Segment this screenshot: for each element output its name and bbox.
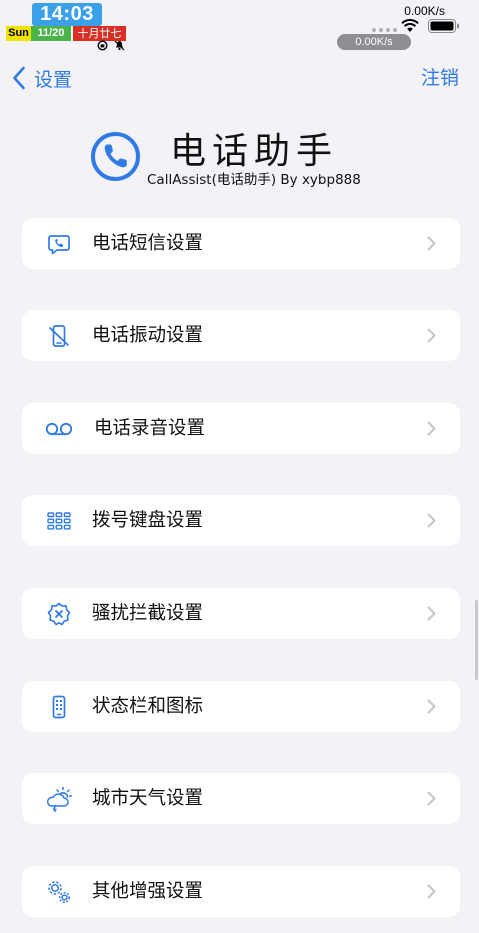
phone-logo-icon [91, 132, 140, 181]
menu-item-statusbar-icons[interactable]: 状态栏和图标 [22, 681, 460, 732]
chevron-right-icon [427, 513, 436, 528]
logout-button[interactable]: 注销 [421, 64, 459, 92]
menu-item-label: 拨号键盘设置 [92, 510, 204, 531]
dialpad-icon [47, 512, 71, 530]
back-button-label: 设置 [34, 68, 73, 91]
scroll-indicator[interactable] [475, 600, 478, 680]
menu-item-label: 状态栏和图标 [92, 696, 204, 717]
menu-item-sms-settings[interactable]: 电话短信设置 [22, 218, 460, 269]
menu-item-label: 骚扰拦截设置 [92, 603, 204, 624]
block-badge-icon [47, 602, 71, 626]
back-button[interactable]: 设置 [12, 64, 72, 92]
status-time: 14:03 [32, 3, 102, 26]
bell-mute-icon [114, 40, 125, 51]
menu-item-other-settings[interactable]: 其他增强设置 [22, 866, 460, 917]
phone-message-icon [48, 235, 70, 255]
chevron-right-icon [427, 236, 436, 251]
weather-storm-icon [46, 786, 73, 812]
menu-item-label: 电话短信设置 [92, 233, 204, 254]
status-day: Sun [6, 26, 31, 41]
status-lunar-date: 十月廿七 [73, 26, 126, 41]
chevron-right-icon [427, 884, 436, 899]
menu-item-label: 其他增强设置 [92, 881, 204, 902]
chevron-left-icon [13, 66, 25, 90]
status-date: 11/20 [31, 26, 71, 41]
rotation-lock-icon [97, 40, 108, 51]
menu-item-label: 电话录音设置 [94, 418, 206, 439]
net-speed-pill: 0.00K/s [337, 34, 411, 50]
battery-icon [428, 19, 459, 33]
status-dots [372, 28, 397, 32]
chevron-right-icon [427, 328, 436, 343]
menu-item-block-settings[interactable]: 骚扰拦截设置 [22, 588, 460, 639]
wifi-icon [401, 19, 419, 32]
menu-item-recording-settings[interactable]: 电话录音设置 [22, 403, 460, 454]
phone-vibrate-icon [49, 325, 69, 347]
menu-item-dialpad-settings[interactable]: 拨号键盘设置 [22, 495, 460, 546]
chevron-right-icon [427, 421, 436, 436]
gears-icon [48, 881, 71, 904]
menu-item-label: 城市天气设置 [92, 788, 204, 809]
chevron-right-icon [427, 699, 436, 714]
menu-item-vibrate-settings[interactable]: 电话振动设置 [22, 310, 460, 361]
page-title: 电话助手 [170, 131, 339, 172]
page-subtitle: CallAssist(电话助手) By xybp888 [147, 172, 361, 188]
voicemail-icon [45, 422, 73, 436]
status-mini-icons [97, 40, 125, 52]
menu-item-label: 电话振动设置 [92, 325, 204, 346]
menu-item-weather-settings[interactable]: 城市天气设置 [22, 773, 460, 824]
net-speed-text: 0.00K/s [404, 4, 445, 18]
chevron-right-icon [427, 791, 436, 806]
chevron-right-icon [427, 606, 436, 621]
phone-device-icon [52, 695, 66, 719]
